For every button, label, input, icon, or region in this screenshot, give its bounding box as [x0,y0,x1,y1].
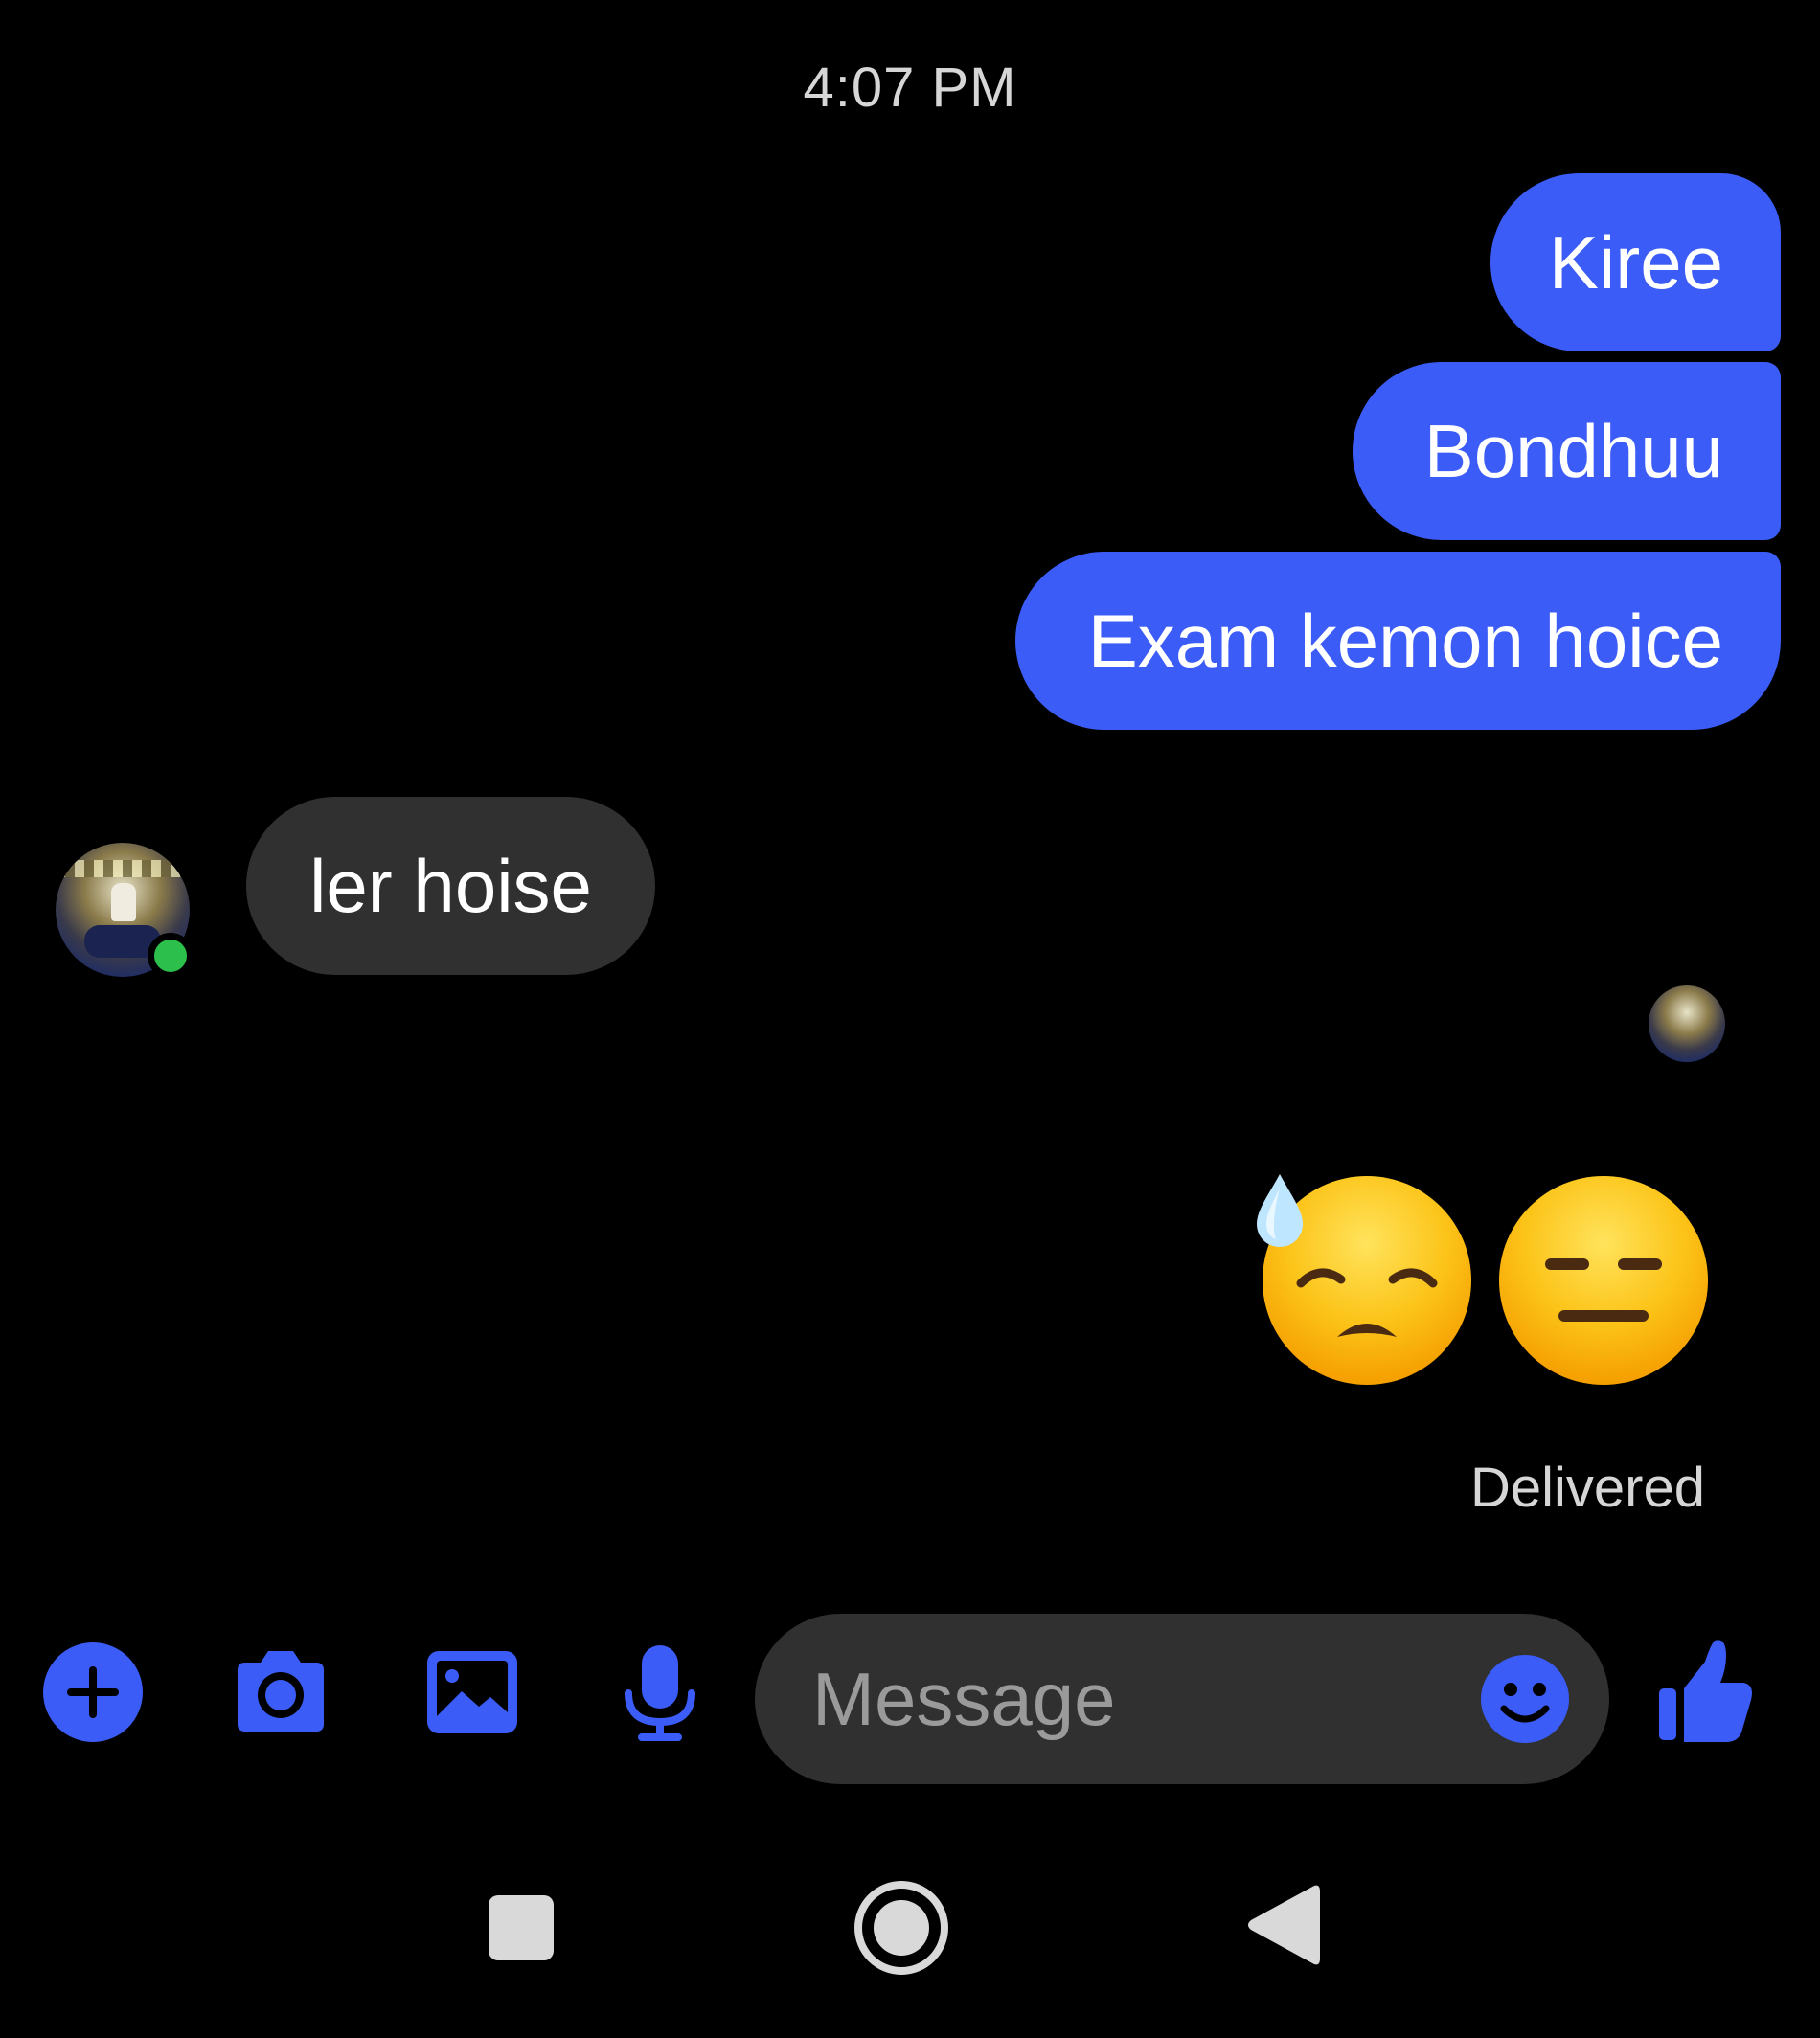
outgoing-message-bubble[interactable]: Exam kemon hoice [1015,552,1781,730]
online-status-indicator [148,933,193,979]
home-nav-button[interactable] [853,1879,950,1977]
message-composer [755,1614,1609,1784]
smiley-icon[interactable] [1479,1653,1571,1745]
delivery-status: Delivered [1470,1457,1705,1519]
expressionless-face-emoji[interactable] [1499,1176,1708,1385]
sweat-drop-icon [1257,1174,1303,1247]
outgoing-message-bubble[interactable]: Bondhuu [1353,362,1781,540]
seen-by-avatar [1649,985,1725,1062]
outgoing-message-bubble[interactable]: Kiree [1490,173,1781,351]
microphone-icon[interactable] [607,1640,713,1745]
plus-icon[interactable] [40,1640,146,1745]
incoming-message-bubble[interactable]: ler hoise [246,797,655,975]
image-icon[interactable] [420,1640,525,1745]
message-timestamp: 4:07 PM [803,57,1017,119]
message-input[interactable] [812,1614,1425,1784]
camera-icon[interactable] [228,1640,333,1745]
thumbs-up-icon[interactable] [1651,1633,1757,1748]
back-nav-button[interactable] [1245,1882,1322,1968]
recents-nav-button[interactable] [487,1893,556,1962]
